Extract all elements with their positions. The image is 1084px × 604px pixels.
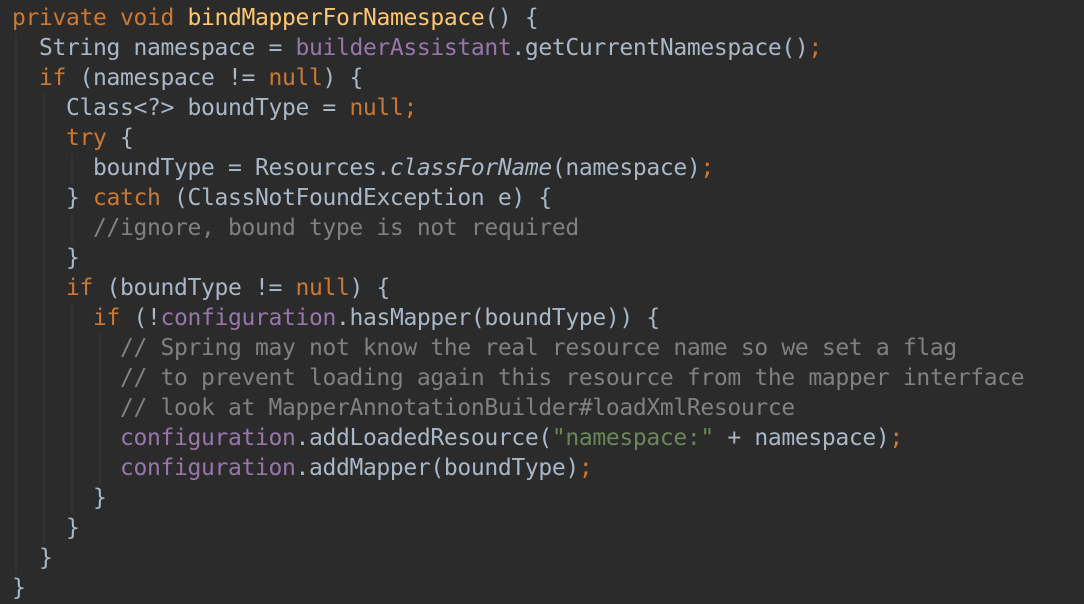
code-token: } [12, 485, 107, 511]
code-line[interactable]: Class<?> boundType = null; [12, 93, 1024, 123]
code-token: //ignore, bound type is not required [92, 215, 579, 241]
code-token: Class<?> boundType = [12, 95, 350, 121]
code-line[interactable]: // look at MapperAnnotationBuilder#loadX… [12, 393, 1024, 423]
code-token: // to prevent loading again this resourc… [119, 365, 1025, 391]
code-line[interactable]: boundType = Resources.classForName(names… [12, 153, 1024, 183]
code-line[interactable]: private void bindMapperForNamespace() { [12, 3, 1024, 33]
code-token: builderAssistant [295, 35, 512, 61]
code-token: ; [700, 155, 714, 181]
code-token: ) { [349, 275, 390, 301]
code-token: catch [92, 185, 161, 211]
code-token: // Spring may not know the real resource… [119, 335, 957, 361]
code-token: if [66, 275, 93, 301]
code-text[interactable]: private void bindMapperForNamespace() { … [12, 3, 1025, 603]
code-token: } [12, 185, 93, 211]
code-token: .getCurrentNamespace() [511, 35, 809, 61]
code-token: (namespace) [551, 155, 701, 181]
code-line[interactable]: // Spring may not know the real resource… [12, 333, 1024, 363]
code-line[interactable]: } [12, 513, 1024, 543]
code-token: } [12, 515, 80, 541]
code-token: ; [889, 425, 903, 451]
code-line[interactable]: //ignore, bound type is not required [12, 213, 1024, 243]
code-token: .addLoadedResource( [295, 425, 552, 451]
code-token: bindMapperForNamespace [187, 5, 485, 31]
code-token: if [92, 305, 120, 331]
code-line[interactable]: String namespace = builderAssistant.getC… [12, 33, 1024, 63]
code-token: (namespace != [66, 65, 269, 91]
code-token: } [12, 545, 53, 571]
code-token: } [12, 575, 26, 601]
code-token: configuration [160, 305, 336, 331]
code-token: ; [578, 455, 593, 481]
code-token: (! [119, 305, 161, 331]
code-token: void [119, 5, 174, 31]
code-token: ; [403, 95, 417, 121]
code-token: .hasMapper(boundType)) { [335, 305, 660, 331]
code-line[interactable]: configuration.addLoadedResource("namespa… [12, 423, 1024, 453]
code-token: configuration [119, 455, 296, 481]
code-line[interactable]: } [12, 543, 1024, 573]
code-token: null [268, 65, 323, 91]
code-line[interactable]: } [12, 243, 1024, 273]
code-token: (ClassNotFoundException e) { [160, 185, 552, 211]
code-token: boundType = Resources. [12, 155, 390, 181]
code-token: String namespace = [12, 35, 296, 61]
code-token: private [12, 5, 107, 31]
code-token: ) { [322, 65, 363, 91]
code-token: try [66, 125, 107, 151]
code-line[interactable]: } [12, 573, 1024, 603]
code-token: ; [808, 35, 822, 61]
code-line[interactable]: if (!configuration.hasMapper(boundType))… [12, 303, 1024, 333]
code-line[interactable]: if (boundType != null) { [12, 273, 1024, 303]
code-line[interactable]: try { [12, 123, 1024, 153]
code-line[interactable]: if (namespace != null) { [12, 63, 1024, 93]
code-line[interactable]: // to prevent loading again this resourc… [12, 363, 1025, 393]
code-token: () { [484, 5, 539, 31]
code-line[interactable]: } catch (ClassNotFoundException e) { [12, 183, 1024, 213]
code-token: null [295, 275, 350, 301]
code-token: { [106, 125, 134, 151]
code-token: configuration [119, 425, 296, 451]
code-token: } [12, 245, 80, 271]
code-line[interactable]: } [12, 483, 1024, 513]
code-token: null [349, 95, 404, 121]
code-token: if [39, 65, 66, 91]
code-token: "namespace:" [551, 425, 714, 451]
code-token: (boundType != [93, 275, 296, 301]
code-token: // look at MapperAnnotationBuilder#loadX… [119, 395, 795, 421]
code-editor[interactable]: private void bindMapperForNamespace() { … [0, 0, 1084, 604]
code-line[interactable]: configuration.addMapper(boundType); [12, 453, 1024, 483]
code-token: classForName [389, 155, 552, 181]
code-token: .addMapper(boundType) [295, 455, 579, 481]
code-token: + namespace) [713, 425, 890, 451]
